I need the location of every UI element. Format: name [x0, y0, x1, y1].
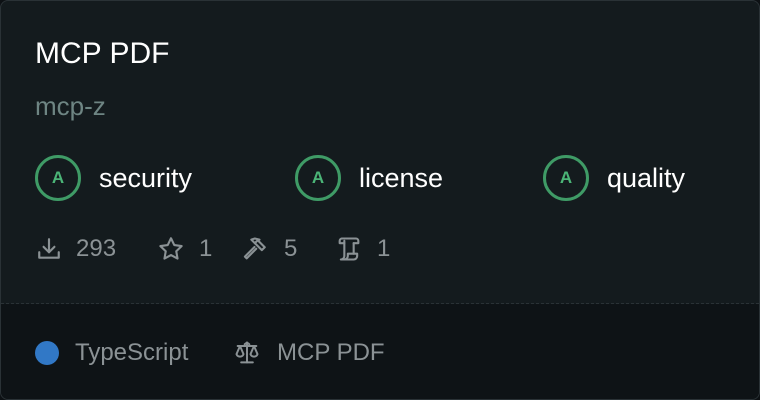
- stars-stat: 1: [157, 232, 212, 266]
- card-body: MCP PDF mcp-z A security A license A qua…: [1, 1, 759, 303]
- scroll-icon: [338, 237, 360, 261]
- quality-label: quality: [607, 162, 686, 193]
- server-title[interactable]: MCP PDF: [35, 34, 169, 74]
- license-info: MCP PDF: [233, 336, 385, 370]
- security-label: security: [99, 162, 193, 193]
- resources-count: 1: [377, 235, 391, 262]
- license-label: license: [359, 162, 444, 193]
- downloads-stat: 293: [36, 232, 116, 266]
- language-color-dot: [35, 341, 59, 365]
- star-icon: [159, 237, 183, 260]
- tools-stat: 5: [242, 232, 297, 266]
- resources-stat: 1: [335, 232, 390, 266]
- stars-count: 1: [199, 235, 213, 262]
- card-footer: TypeScript MCP PDF: [1, 304, 759, 399]
- security-badge[interactable]: A security: [35, 154, 192, 202]
- downloads-count: 293: [76, 235, 117, 262]
- quality-grade: A: [543, 155, 589, 201]
- hammer-icon: [243, 237, 266, 260]
- security-grade: A: [35, 155, 81, 201]
- download-icon: [38, 238, 60, 259]
- license-badge[interactable]: A license: [295, 154, 443, 202]
- language-name: TypeScript: [75, 339, 189, 366]
- language-info: TypeScript: [35, 336, 188, 370]
- server-card[interactable]: MCP PDF mcp-z A security A license A qua…: [0, 0, 760, 400]
- server-author[interactable]: mcp-z: [35, 89, 106, 123]
- tools-count: 5: [284, 235, 298, 262]
- license-name: MCP PDF: [277, 339, 385, 366]
- scale-icon: [235, 341, 259, 364]
- quality-badge[interactable]: A quality: [543, 154, 685, 202]
- license-grade: A: [295, 155, 341, 201]
